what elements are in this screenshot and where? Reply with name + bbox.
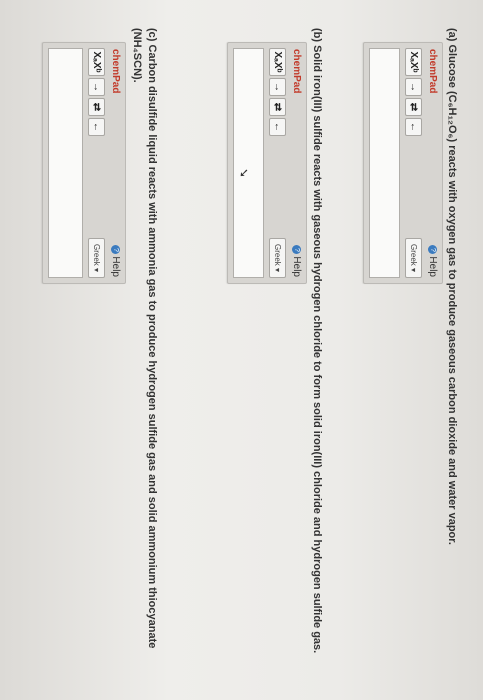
reaction-arrow-button[interactable]: → — [269, 78, 286, 96]
chempad-b-help-button[interactable]: ?Help — [291, 245, 302, 277]
reaction-arrow-button[interactable]: → — [88, 78, 105, 96]
chempad-c-title: chemPad — [110, 49, 121, 94]
chempad-a-toolbar: XₐXᵇ → ⇄ ← Greek ▾ — [405, 48, 422, 278]
equilibrium-arrow-button[interactable]: ⇄ — [88, 98, 105, 116]
equilibrium-arrow-button[interactable]: ⇄ — [405, 98, 422, 116]
chempad-a-title: chemPad — [427, 49, 438, 94]
reaction-arrow-button[interactable]: → — [405, 78, 422, 96]
undo-arrow-button[interactable]: ← — [405, 118, 422, 136]
question-b-label: (b) Solid iron(III) sulfide reacts with … — [311, 28, 323, 654]
worksheet-page: (a) Glucose (C₆H₁₂O₆) reacts with oxygen… — [0, 0, 483, 700]
chempad-b-input[interactable] — [233, 48, 264, 278]
chempad-c-box: chemPad ?Help XₐXᵇ → ⇄ ← Greek ▾ — [42, 42, 126, 284]
undo-arrow-button[interactable]: ← — [269, 118, 286, 136]
rotated-sheet: (a) Glucose (C₆H₁₂O₆) reacts with oxygen… — [0, 0, 483, 700]
chempad-a-box: chemPad ?Help XₐXᵇ → ⇄ ← Greek ▾ — [363, 42, 443, 284]
chempad-c-input[interactable] — [48, 48, 83, 278]
chempad-c-header: chemPad ?Help — [107, 49, 121, 277]
chempad-b-header: chemPad ?Help — [288, 49, 302, 277]
subscript-superscript-button[interactable]: XₐXᵇ — [269, 48, 286, 76]
chempad-b-box: chemPad ?Help XₐXᵇ → ⇄ ← Greek ▾ — [227, 42, 307, 284]
chempad-b-help-label: Help — [291, 256, 302, 277]
greek-dropdown[interactable]: Greek ▾ — [88, 238, 105, 278]
equilibrium-arrow-button[interactable]: ⇄ — [269, 98, 286, 116]
chempad-a-input[interactable] — [369, 48, 400, 278]
chempad-b-toolbar: XₐXᵇ → ⇄ ← Greek ▾ — [269, 48, 286, 278]
chempad-a-help-label: Help — [427, 256, 438, 277]
chempad-c-help-button[interactable]: ?Help — [110, 245, 121, 277]
chempad-a-header: chemPad ?Help — [424, 49, 438, 277]
chempad-c-toolbar: XₐXᵇ → ⇄ ← Greek ▾ — [88, 48, 105, 278]
chempad-a-help-button[interactable]: ?Help — [427, 245, 438, 277]
question-a-label: (a) Glucose (C₆H₁₂O₆) reacts with oxygen… — [446, 28, 458, 545]
chempad-b-title: chemPad — [291, 49, 302, 94]
mouse-cursor-icon: ➘ — [237, 168, 251, 179]
greek-dropdown[interactable]: Greek ▾ — [269, 238, 286, 278]
help-icon: ? — [292, 245, 302, 255]
help-icon: ? — [428, 245, 438, 255]
subscript-superscript-button[interactable]: XₐXᵇ — [405, 48, 422, 76]
question-c-label: (c) Carbon disulfide liquid reacts with … — [146, 28, 158, 649]
greek-dropdown[interactable]: Greek ▾ — [405, 238, 422, 278]
question-c-label-formula: (NH₄SCN). — [131, 28, 143, 83]
help-icon: ? — [111, 245, 121, 255]
undo-arrow-button[interactable]: ← — [88, 118, 105, 136]
chempad-c-help-label: Help — [110, 256, 121, 277]
subscript-superscript-button[interactable]: XₐXᵇ — [88, 48, 105, 76]
